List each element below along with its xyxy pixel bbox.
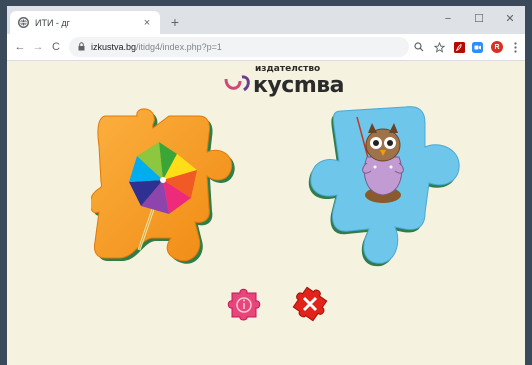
globe-icon [18, 17, 29, 28]
url-path: /itidg4/index.php?p=1 [136, 42, 222, 52]
logo-big-text: кусmва [253, 73, 345, 98]
info-puzzle-button[interactable] [224, 287, 264, 323]
tab-title: ИТИ - дг [35, 17, 70, 28]
minimize-button[interactable]: − [434, 10, 462, 28]
back-button[interactable]: ← [11, 38, 29, 56]
izkustva-logo[interactable]: издателство кусmва [223, 61, 345, 105]
puzzle-piece-pinwheel[interactable] [91, 108, 235, 268]
menu-kebab-icon[interactable] [507, 39, 523, 55]
url-host: izkustva.bg [91, 42, 137, 52]
browser-window: ИТИ - дг × + − ☐ ✕ ← → C izkustva.bg/iti… [7, 6, 525, 365]
maximize-button[interactable]: ☐ [465, 10, 493, 28]
forward-button[interactable]: → [29, 38, 47, 56]
bookmark-star-icon[interactable] [431, 39, 447, 55]
browser-toolbar: ← → C izkustva.bg/itidg4/index.php?p=1 R [7, 34, 525, 61]
page-content: издателство кусmва [7, 61, 525, 365]
puzzle-piece-owl[interactable] [301, 103, 471, 268]
browser-tab[interactable]: ИТИ - дг × [10, 11, 160, 34]
address-bar[interactable]: izkustva.bg/itidg4/index.php?p=1 [69, 37, 409, 57]
reload-button[interactable]: C [47, 38, 65, 56]
profile-avatar[interactable]: R [489, 39, 505, 55]
zoom-icon[interactable] [411, 39, 427, 55]
tab-strip: ИТИ - дг × + − ☐ ✕ [7, 6, 525, 34]
profile-initial: R [494, 43, 500, 51]
tab-close-icon[interactable]: × [140, 17, 154, 29]
lock-icon [78, 41, 85, 53]
extension-icon[interactable] [469, 39, 485, 55]
close-window-button[interactable]: ✕ [496, 10, 524, 28]
close-puzzle-button[interactable] [290, 285, 330, 323]
logo-mark-icon [224, 75, 250, 92]
new-tab-button[interactable]: + [167, 14, 183, 30]
pdf-extension-icon[interactable] [451, 39, 467, 55]
